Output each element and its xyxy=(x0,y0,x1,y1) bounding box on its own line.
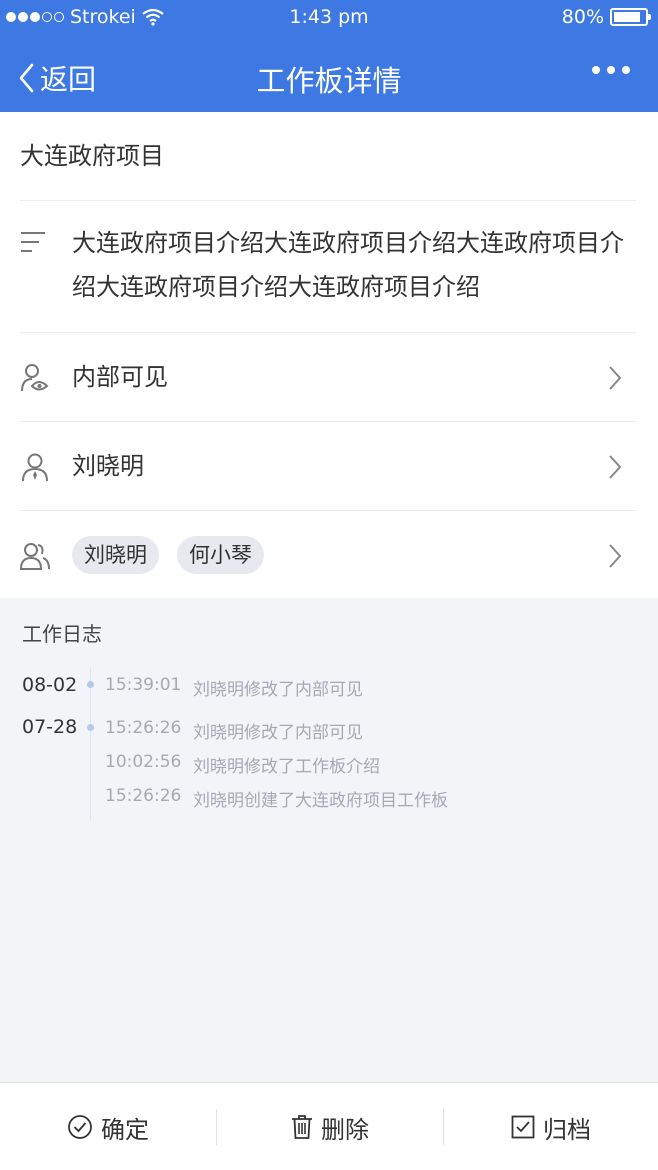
group-icon xyxy=(20,543,50,570)
more-icon xyxy=(592,66,600,74)
log-time: 15:26:26 xyxy=(105,786,182,806)
member-tags: 刘晓明 何小琴 xyxy=(72,536,264,574)
battery-percent: 80% xyxy=(561,6,604,28)
description-icon xyxy=(21,232,45,252)
checkbox-icon xyxy=(511,1115,535,1139)
confirm-button[interactable]: 确定 xyxy=(0,1083,216,1170)
page-title: 工作板详情 xyxy=(256,64,402,98)
log-date: 07-28 xyxy=(22,716,78,738)
battery-group: 80% xyxy=(561,6,651,28)
log-time: 15:39:01 xyxy=(105,675,182,695)
timeline-dot xyxy=(87,681,94,688)
archive-label: 归档 xyxy=(543,1115,591,1144)
chevron-right-icon xyxy=(609,544,622,568)
chevron-right-icon xyxy=(609,366,622,390)
log-text: 刘晓明创建了大连政府项目工作板 xyxy=(193,791,448,811)
delete-label: 删除 xyxy=(321,1115,369,1144)
project-name[interactable]: 大连政府项目 xyxy=(20,112,636,201)
log-time: 15:26:26 xyxy=(105,718,182,738)
nav-bar: 返回 工作板详情 xyxy=(0,40,658,112)
member-tag[interactable]: 何小琴 xyxy=(177,536,264,574)
status-bar: Strokei 1:43 pm 80% xyxy=(0,0,658,36)
description-text: 大连政府项目介绍大连政府项目介绍大连政府项目介绍大连政府项目介绍大连政府项目介绍 xyxy=(72,229,624,301)
members-row[interactable]: 刘晓明 何小琴 xyxy=(20,511,636,600)
user-icon xyxy=(22,453,48,482)
member-tag[interactable]: 刘晓明 xyxy=(72,536,159,574)
log-text: 刘晓明修改了内部可见 xyxy=(193,723,363,743)
timeline-dot xyxy=(87,724,94,731)
header: Strokei 1:43 pm 80% 返回 工作板详情 xyxy=(0,0,658,112)
owner-label: 刘晓明 xyxy=(72,452,144,480)
description-row[interactable]: 大连政府项目介绍大连政府项目介绍大连政府项目介绍大连政府项目介绍大连政府项目介绍 xyxy=(20,201,636,333)
battery-icon xyxy=(610,8,651,26)
log-title: 工作日志 xyxy=(22,622,102,646)
bottom-action-bar: 确定 删除 归档 xyxy=(0,1082,658,1170)
archive-button[interactable]: 归档 xyxy=(444,1083,658,1170)
status-time: 1:43 pm xyxy=(289,6,369,28)
owner-row[interactable]: 刘晓明 xyxy=(20,422,636,511)
more-button[interactable] xyxy=(592,66,630,74)
log-time: 10:02:56 xyxy=(105,752,182,772)
chevron-right-icon xyxy=(609,455,622,479)
detail-card: 大连政府项目 大连政府项目介绍大连政府项目介绍大连政府项目介绍大连政府项目介绍大… xyxy=(0,112,658,598)
delete-button[interactable]: 删除 xyxy=(217,1083,443,1170)
trash-icon xyxy=(292,1115,312,1139)
log-date: 08-02 xyxy=(22,674,78,696)
log-text: 刘晓明修改了工作板介绍 xyxy=(193,757,380,777)
visibility-row[interactable]: 内部可见 xyxy=(20,333,636,422)
check-circle-icon xyxy=(68,1115,92,1139)
visibility-icon xyxy=(21,364,49,392)
timeline-line xyxy=(90,668,91,820)
confirm-label: 确定 xyxy=(101,1115,149,1144)
log-text: 刘晓明修改了内部可见 xyxy=(193,680,363,700)
visibility-label: 内部可见 xyxy=(72,363,168,391)
